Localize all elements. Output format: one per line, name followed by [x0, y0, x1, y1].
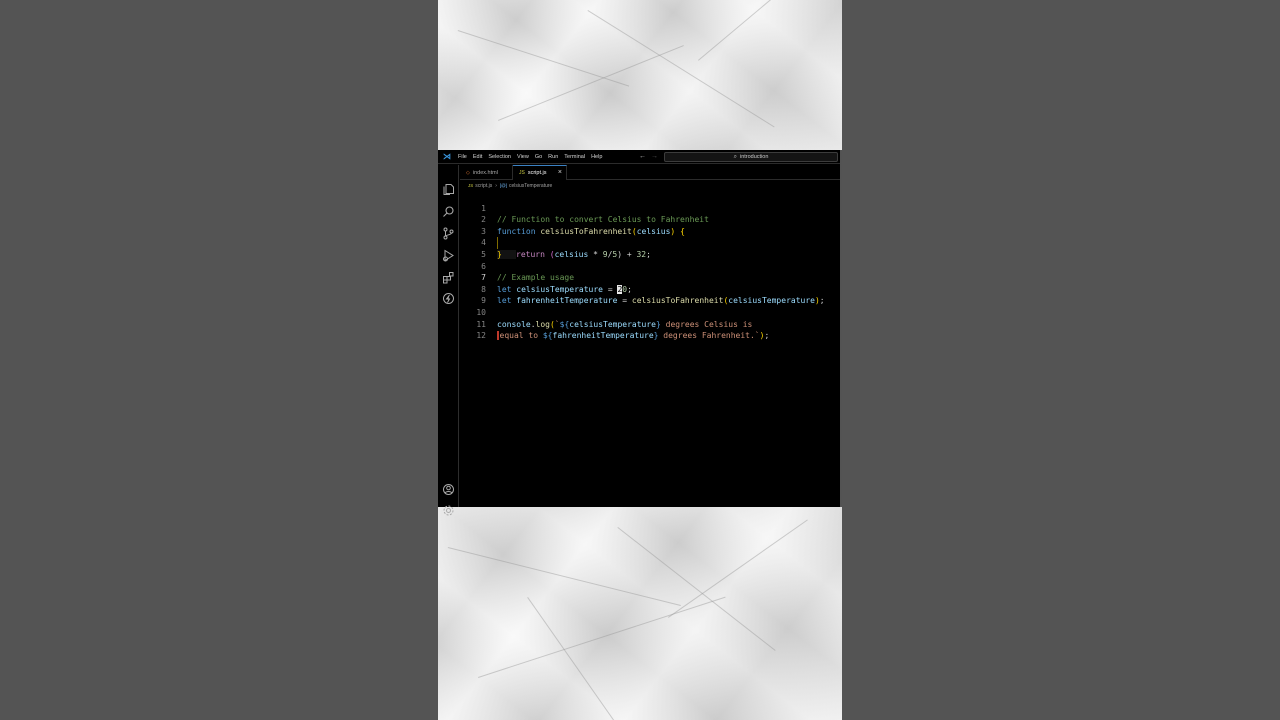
line-number: 12 [476, 331, 486, 341]
number: 32 [636, 249, 647, 259]
command-center-search[interactable]: ⌕ introduction [664, 152, 838, 162]
comment: // Example usage [497, 273, 575, 283]
right-background [842, 0, 1280, 720]
variable: celsiusTemperature [516, 284, 603, 294]
comment: // Function to convert Celsius to Fahren… [497, 215, 709, 225]
vscode-logo-icon: ⋊ [443, 151, 451, 161]
lightning-extension-icon[interactable] [442, 292, 455, 305]
search-text: introduction [739, 154, 769, 160]
menu-terminal[interactable]: Terminal [564, 150, 585, 164]
tab-index-html[interactable]: ◇ index.html [460, 165, 513, 180]
run-debug-icon[interactable] [442, 249, 455, 262]
menu-help[interactable]: Help [591, 150, 602, 164]
template-variable: celsiusTemperature [569, 319, 656, 329]
code-line: 2 function celsiusToFahrenheit(celsius) … [460, 203, 685, 236]
code-line: 6 // Example usage [460, 249, 574, 283]
source-control-icon[interactable] [442, 227, 455, 240]
code-line: 10 console.log(`${celsiusTemperature} de… [460, 295, 752, 329]
forward-arrow-icon[interactable]: → [651, 153, 658, 160]
breadcrumb-symbol[interactable]: celsiusTemperature [509, 183, 552, 189]
close-icon[interactable]: × [558, 169, 562, 177]
menu-edit[interactable]: Edit [473, 150, 482, 164]
vscode-window: ⋊ File Edit Selection View Go Run Termin… [438, 150, 840, 516]
tab-label: index.html [472, 169, 498, 176]
breadcrumb: JS script.js › [@] celsiusTemperature [468, 181, 552, 190]
code-line: 8 let fahrenheitTemperature = celsiusToF… [460, 272, 824, 306]
code-line: 4 } [460, 226, 502, 259]
variable-icon: [@] [499, 183, 507, 188]
indent-guide [497, 237, 498, 249]
string: equal to [499, 331, 543, 341]
code-line: 5 [460, 237, 489, 259]
code-editor[interactable]: 1 // Function to convert Celsius to Fahr… [460, 190, 840, 507]
keyword: let [497, 284, 512, 294]
tab-script-js[interactable]: JS script.js × [513, 165, 567, 180]
activity-bar [438, 165, 459, 516]
code-line-current: 7 let celsiusTemperature = 20; [460, 261, 632, 294]
keyword: let [497, 296, 512, 306]
menu-go[interactable]: Go [535, 150, 542, 164]
left-background [0, 0, 438, 720]
extensions-icon[interactable] [442, 271, 455, 284]
breadcrumb-file[interactable]: script.js [475, 183, 492, 189]
variable: fahrenheitTemperature [516, 296, 618, 306]
code-line: 3 return (celsius * 9/5) + 32; [460, 214, 651, 259]
title-bar: ⋊ File Edit Selection View Go Run Termin… [438, 150, 840, 164]
menu-selection[interactable]: Selection [488, 150, 511, 164]
paper-texture-top [438, 0, 842, 150]
code-line: 1 // Function to convert Celsius to Fahr… [460, 191, 709, 225]
keyword: function [497, 226, 536, 236]
wrap-marker [497, 331, 499, 341]
code-line: 9 [460, 284, 489, 305]
code-line: 12 [460, 319, 489, 340]
keyword: return [516, 249, 545, 259]
search-icon: ⌕ [733, 153, 737, 160]
js-file-icon: JS [468, 183, 474, 188]
menu-view[interactable]: View [517, 150, 529, 164]
function-name: celsiusToFahrenheit [540, 226, 632, 236]
tab-label: script.js [527, 170, 547, 176]
editor-tabs: ◇ index.html JS script.js × [460, 165, 840, 180]
parameter: celsius [636, 226, 671, 236]
string: degrees Fahrenheit. [658, 331, 755, 341]
account-icon[interactable] [442, 483, 455, 496]
navigation-arrows: ← → [639, 150, 663, 164]
back-arrow-icon[interactable]: ← [639, 153, 646, 160]
method: log [535, 319, 550, 329]
html-file-icon: ◇ [466, 169, 470, 176]
code-line: 11 equal to ${fahrenheitTemperature} deg… [460, 307, 769, 341]
js-file-icon: JS [519, 170, 525, 176]
function-call: celsiusToFahrenheit [631, 296, 724, 306]
template-variable: fahrenheitTemperature [552, 331, 654, 341]
argument: celsiusTemperature [728, 296, 815, 306]
chevron-right-icon: › [495, 182, 497, 189]
explorer-icon[interactable] [442, 183, 455, 196]
settings-gear-icon[interactable] [442, 504, 455, 517]
object: console [497, 319, 531, 329]
search-sidebar-icon[interactable] [442, 205, 455, 218]
menu-run[interactable]: Run [548, 150, 558, 164]
string: degrees Celsius is [660, 319, 753, 329]
paper-texture-bottom [438, 507, 842, 720]
menu-file[interactable]: File [458, 150, 467, 164]
variable: celsius [554, 249, 589, 259]
